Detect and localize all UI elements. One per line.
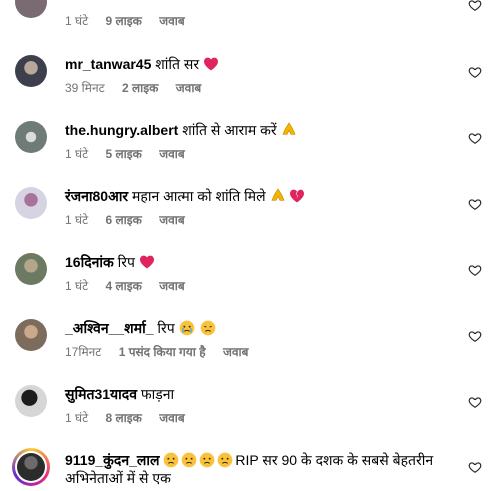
comment-meta: 1 घंटे 6 लाइक जवाब [65, 212, 199, 228]
avatar[interactable] [15, 187, 47, 219]
like-heart-icon[interactable] [468, 131, 482, 145]
comment-text: 9119_कुंदन_लाल RIP सर 90 के दशक के सबसे … [65, 451, 455, 487]
comment-likes[interactable]: 9 लाइक [106, 14, 142, 28]
reply-button[interactable]: जवाब [159, 147, 185, 161]
red-heart-icon [139, 255, 154, 269]
sad-face-icon [218, 452, 233, 468]
disappointed-face-icon [201, 320, 216, 336]
comment-time: 1 घंटे [65, 279, 89, 293]
comment-body: शांति सर [155, 56, 200, 72]
comment-likes[interactable]: 4 लाइक [106, 279, 142, 293]
avatar[interactable] [15, 55, 47, 87]
red-heart-icon [204, 57, 219, 71]
avatar[interactable] [15, 385, 47, 417]
comment-likes[interactable]: 5 लाइक [106, 147, 142, 161]
comment-username[interactable]: the.hungry.albert [65, 122, 178, 138]
comment-body: रिप [117, 254, 135, 270]
reply-button[interactable]: जवाब [159, 279, 185, 293]
sad-face-icon [182, 452, 197, 468]
comment-username[interactable]: mr_tanwar45 [65, 56, 151, 72]
like-heart-icon[interactable] [468, 65, 482, 79]
comment-likes[interactable]: 2 लाइक [122, 81, 158, 95]
broken-heart-icon [290, 189, 305, 203]
comment-username[interactable]: _अश्विन__शर्मा_ [65, 320, 154, 336]
comment-text: _अश्विन__शर्मा_ रिप [65, 319, 218, 337]
comment-body: फाड़ना [140, 386, 175, 402]
comment-meta: 1 घंटे 4 लाइक जवाब [65, 278, 199, 294]
comment-username[interactable]: सुमित31यादव [65, 386, 137, 402]
reply-button[interactable]: जवाब [176, 81, 202, 95]
comment-likes[interactable]: 1 पसंद किया गया है [119, 345, 206, 359]
comment-text: रंजना80आर महान आत्मा को शांति मिले [65, 187, 305, 205]
like-heart-icon[interactable] [468, 197, 482, 211]
reply-button[interactable]: जवाब [159, 411, 185, 425]
comment-body: शांति से आराम करें [182, 122, 277, 138]
comment-body: महान आत्मा को शांति मिले [132, 188, 266, 204]
comment-likes[interactable]: 8 लाइक [106, 411, 142, 425]
avatar-story-ring[interactable] [12, 448, 50, 486]
avatar[interactable] [15, 253, 47, 285]
comments-list: 1 घंटे 9 लाइक जवाब mr_tanwar45 शांति सर … [0, 0, 490, 491]
comment-text: mr_tanwar45 शांति सर [65, 55, 219, 73]
comment-text: the.hungry.albert शांति से आराम करें [65, 121, 297, 139]
avatar[interactable] [15, 319, 47, 351]
like-heart-icon[interactable] [468, 0, 482, 12]
like-heart-icon[interactable] [468, 263, 482, 277]
comment-username[interactable]: 16दिनांक [65, 254, 114, 270]
comment-time: 39 मिनट [65, 81, 105, 95]
avatar [17, 453, 45, 481]
folded-hands-icon [271, 188, 285, 201]
comment-text: 16दिनांक रिप [65, 253, 155, 271]
avatar[interactable] [15, 0, 47, 18]
folded-hands-icon [281, 122, 296, 135]
comment-meta: 1 घंटे 9 लाइक जवाब [65, 13, 199, 29]
like-heart-icon[interactable] [468, 329, 482, 343]
sad-face-icon [200, 452, 215, 468]
comment-time: 1 घंटे [65, 147, 89, 161]
comment-time: 1 घंटे [65, 411, 89, 425]
comment-meta: 1 घंटे 5 लाइक जवाब [65, 146, 199, 162]
comment-text: सुमित31यादव फाड़ना [65, 385, 174, 403]
like-heart-icon[interactable] [468, 395, 482, 409]
like-heart-icon[interactable] [468, 460, 482, 474]
comment-body: रिप [157, 320, 175, 336]
comment-time: 1 घंटे [65, 14, 89, 28]
reply-button[interactable]: जवाब [159, 213, 185, 227]
crying-face-icon [179, 320, 194, 336]
reply-button[interactable]: जवाब [159, 14, 185, 28]
reply-button[interactable]: जवाब [223, 345, 249, 359]
comment-time: 1 घंटे [65, 213, 89, 227]
sad-face-icon [164, 452, 179, 468]
avatar[interactable] [15, 121, 47, 153]
comment-meta: 39 मिनट 2 लाइक जवाब [65, 80, 215, 96]
comment-time: 17मिनट [65, 345, 102, 359]
comment-meta: 17मिनट 1 पसंद किया गया है जवाब [65, 344, 262, 360]
comment-meta: 1 घंटे 8 लाइक जवाब [65, 410, 199, 426]
comment-username[interactable]: रंजना80आर [65, 188, 128, 204]
comment-likes[interactable]: 6 लाइक [106, 213, 142, 227]
comment-username[interactable]: 9119_कुंदन_लाल [65, 452, 160, 468]
